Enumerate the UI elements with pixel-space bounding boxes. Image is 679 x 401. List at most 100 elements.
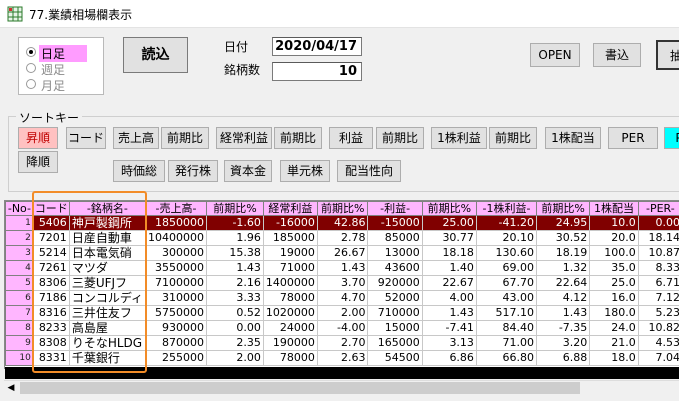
- sort-key-ordinary-profit[interactable]: 経常利益: [216, 127, 272, 149]
- sort-key-market-cap[interactable]: 時価総: [113, 160, 165, 182]
- table-cell[interactable]: 0.52: [205, 305, 264, 321]
- table-cell[interactable]: 1.43: [421, 305, 477, 321]
- table-cell[interactable]: 43.00: [475, 290, 538, 306]
- table-cell[interactable]: 165000: [367, 335, 423, 351]
- column-header[interactable]: -売上高-: [144, 201, 207, 216]
- table-cell[interactable]: 25.00: [421, 215, 477, 231]
- sort-key-unit-shares[interactable]: 単元株: [280, 160, 330, 182]
- table-cell[interactable]: 13000: [367, 245, 423, 261]
- table-cell[interactable]: 18.18: [421, 245, 477, 261]
- column-header[interactable]: -1株利益-: [475, 201, 538, 216]
- table-cell[interactable]: -15000: [367, 215, 423, 231]
- table-cell[interactable]: 190000: [262, 335, 318, 351]
- table-cell[interactable]: 4.70: [316, 290, 369, 306]
- table-cell[interactable]: 22.64: [535, 275, 591, 291]
- table-cell[interactable]: 78000: [262, 350, 318, 366]
- sort-key-capital[interactable]: 資本金: [224, 160, 272, 182]
- table-cell[interactable]: 24.0: [589, 320, 639, 336]
- table-cell[interactable]: 3550000: [144, 260, 207, 276]
- column-header[interactable]: 前期比%: [205, 201, 264, 216]
- table-cell[interactable]: 21.0: [589, 335, 639, 351]
- extract-button[interactable]: 抽: [656, 40, 679, 70]
- table-cell[interactable]: 5.23: [637, 305, 679, 321]
- table-cell[interactable]: 2.16: [205, 275, 264, 291]
- table-cell[interactable]: 52000: [367, 290, 423, 306]
- table-cell[interactable]: 185000: [262, 230, 318, 246]
- table-cell[interactable]: 3.13: [421, 335, 477, 351]
- sort-key-pbr[interactable]: P: [664, 127, 679, 149]
- table-cell[interactable]: 3.70: [316, 275, 369, 291]
- sort-ascending-button[interactable]: 昇順: [18, 127, 58, 149]
- table-cell[interactable]: 54500: [367, 350, 423, 366]
- table-cell[interactable]: 67.70: [475, 275, 538, 291]
- table-cell[interactable]: 180.0: [589, 305, 639, 321]
- table-cell[interactable]: 19000: [262, 245, 318, 261]
- table-cell[interactable]: -7.41: [421, 320, 477, 336]
- table-cell[interactable]: 1.96: [205, 230, 264, 246]
- table-cell[interactable]: 30.52: [535, 230, 591, 246]
- sort-key-code[interactable]: コード: [66, 127, 106, 149]
- table-cell[interactable]: -16000: [262, 215, 318, 231]
- scrollbar-thumb[interactable]: [20, 382, 580, 394]
- table-cell[interactable]: 1.43: [205, 260, 264, 276]
- table-cell[interactable]: 1.43: [535, 305, 591, 321]
- table-cell[interactable]: 255000: [144, 350, 207, 366]
- table-cell[interactable]: 7.12: [637, 290, 679, 306]
- table-cell[interactable]: 10.0: [589, 215, 639, 231]
- sort-key-eps-yoy[interactable]: 前期比: [489, 127, 537, 149]
- column-header[interactable]: -No-: [5, 201, 34, 216]
- write-button[interactable]: 書込: [593, 43, 641, 67]
- table-cell[interactable]: 310000: [144, 290, 207, 306]
- table-cell[interactable]: 2.78: [316, 230, 369, 246]
- table-cell[interactable]: 4.53: [637, 335, 679, 351]
- sort-key-payout-ratio[interactable]: 配当性向: [337, 160, 401, 182]
- table-cell[interactable]: 1.40: [421, 260, 477, 276]
- table-cell[interactable]: 42.86: [316, 215, 369, 231]
- table-cell[interactable]: 84.40: [475, 320, 538, 336]
- table-cell[interactable]: 16.0: [589, 290, 639, 306]
- table-cell[interactable]: 24000: [262, 320, 318, 336]
- table-cell[interactable]: 930000: [144, 320, 207, 336]
- sort-key-shares-issued[interactable]: 発行株: [168, 160, 218, 182]
- table-cell[interactable]: 1.32: [535, 260, 591, 276]
- table-cell[interactable]: 920000: [367, 275, 423, 291]
- table-cell[interactable]: 3.33: [205, 290, 264, 306]
- table-cell[interactable]: 2.63: [316, 350, 369, 366]
- table-cell[interactable]: 0.00: [205, 320, 264, 336]
- table-cell[interactable]: 100.0: [589, 245, 639, 261]
- table-cell[interactable]: 15.38: [205, 245, 264, 261]
- table-cell[interactable]: 2.70: [316, 335, 369, 351]
- table-cell[interactable]: 69.00: [475, 260, 538, 276]
- table-cell[interactable]: 18.19: [535, 245, 591, 261]
- table-cell[interactable]: 710000: [367, 305, 423, 321]
- sort-key-sales[interactable]: 売上高: [113, 127, 159, 149]
- table-cell[interactable]: 2.00: [316, 305, 369, 321]
- table-cell[interactable]: 6.71: [637, 275, 679, 291]
- table-cell[interactable]: -7.35: [535, 320, 591, 336]
- table-cell[interactable]: 2.35: [205, 335, 264, 351]
- column-header[interactable]: -利益-: [367, 201, 423, 216]
- table-cell[interactable]: 870000: [144, 335, 207, 351]
- column-header[interactable]: 前期比%: [421, 201, 477, 216]
- table-cell[interactable]: 30.77: [421, 230, 477, 246]
- scroll-left-icon[interactable]: ◀: [4, 381, 18, 395]
- table-cell[interactable]: 10.87: [637, 245, 679, 261]
- table-cell[interactable]: 3.20: [535, 335, 591, 351]
- table-cell[interactable]: 1400000: [262, 275, 318, 291]
- column-header[interactable]: 経常利益: [262, 201, 318, 216]
- table-cell[interactable]: 15000: [367, 320, 423, 336]
- table-cell[interactable]: 71.00: [475, 335, 538, 351]
- table-cell[interactable]: 10400000: [144, 230, 207, 246]
- radio-daily[interactable]: 日足: [26, 44, 102, 62]
- table-cell[interactable]: 85000: [367, 230, 423, 246]
- table-cell[interactable]: 1.43: [316, 260, 369, 276]
- sort-key-sales-yoy[interactable]: 前期比: [161, 127, 209, 149]
- table-cell[interactable]: 4.00: [421, 290, 477, 306]
- sort-key-profit[interactable]: 利益: [329, 127, 373, 149]
- table-cell[interactable]: 300000: [144, 245, 207, 261]
- table-cell[interactable]: 18.0: [589, 350, 639, 366]
- load-button[interactable]: 読込: [123, 37, 188, 73]
- table-cell[interactable]: 8.33: [637, 260, 679, 276]
- table-cell[interactable]: 2.00: [205, 350, 264, 366]
- table-cell[interactable]: 6.88: [535, 350, 591, 366]
